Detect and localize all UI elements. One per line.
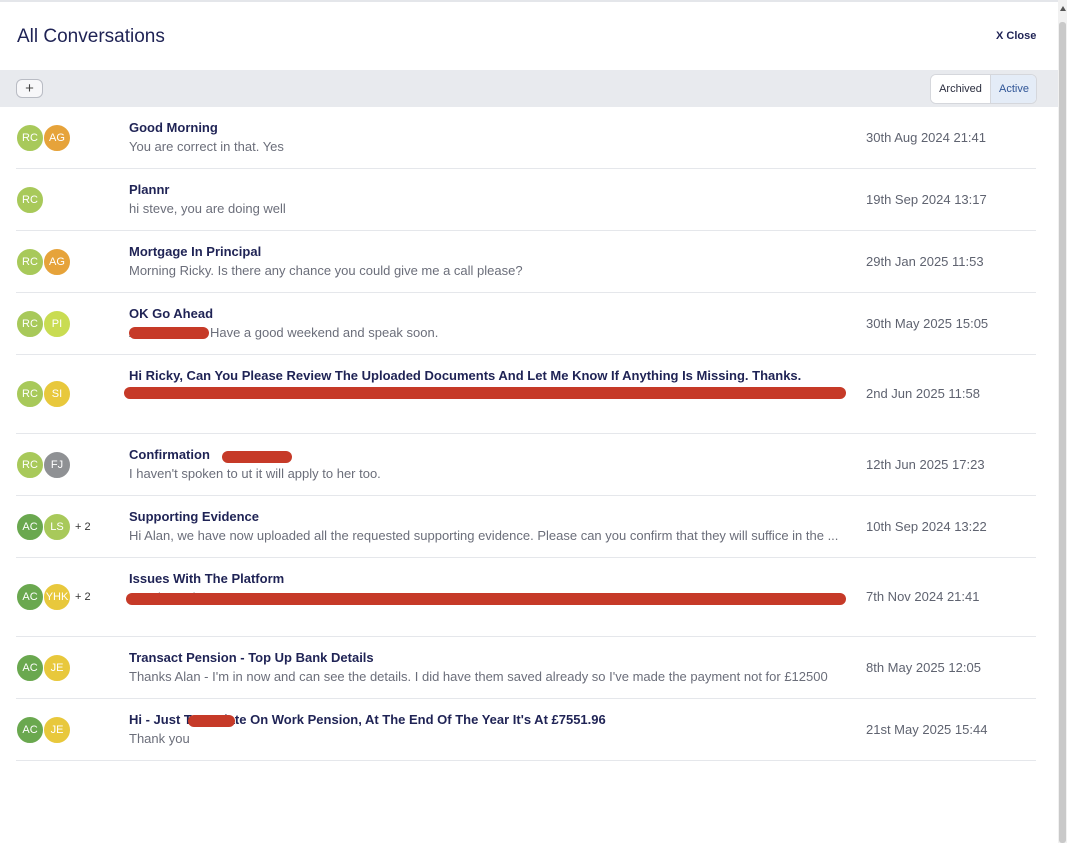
avatar: JE (43, 716, 71, 744)
conversation-preview: Hi Alan, we have now uploaded all the re… (129, 528, 839, 543)
avatar: LS (43, 513, 71, 541)
conversation-content: Hi - Just To Update On Work Pension, At … (129, 712, 854, 747)
avatar: RC (16, 124, 44, 152)
conversation-date: 30th Aug 2024 21:41 (866, 130, 987, 145)
participant-avatars: RC (16, 186, 44, 214)
add-conversation-button[interactable]: + (16, 79, 43, 98)
conversation-content: Plannr hi steve, you are doing well (129, 182, 854, 217)
redaction-mark (188, 715, 235, 727)
archive-filter-toggle: Archived Active (930, 74, 1037, 104)
conversation-row[interactable]: RC AG Good Morning You are correct in that.… (16, 107, 1036, 169)
participant-avatars: AC JE (16, 716, 71, 744)
conversation-subject: Supporting Evidence (129, 509, 260, 524)
conversation-row[interactable]: AC LS + 2 Supporting Evidence Hi Alan, we ha… (16, 496, 1036, 558)
conversation-date: 7th Nov 2024 21:41 (866, 589, 980, 604)
dialog-header: All Conversations X Close (0, 2, 1058, 70)
conversation-row[interactable]: RC PI OK Go Ahead All done now. Have a goo… (16, 293, 1036, 355)
avatar: AC (16, 654, 44, 682)
avatar: RC (16, 451, 44, 479)
conversation-date: 30th May 2025 15:05 (866, 316, 989, 331)
conversation-preview: Thanks Alan - I'm in now and can see the… (129, 669, 828, 684)
conversation-list: RC AG Good Morning You are correct in that.… (0, 107, 1058, 761)
conversation-content: Good Morning You are correct in that. Yes (129, 120, 854, 155)
participant-avatars: RC PI (16, 310, 71, 338)
scroll-up-icon[interactable] (1060, 6, 1066, 11)
extra-participants-count: + 2 (75, 591, 91, 603)
participant-avatars: AC YHK + 2 (16, 583, 91, 611)
conversation-subject: OK Go Ahead (129, 306, 214, 321)
avatar: RC (16, 248, 44, 276)
participant-avatars: AC LS + 2 (16, 513, 91, 541)
conversation-content: Transact Pension - Top Up Bank Details Th… (129, 650, 854, 685)
filter-archived-button[interactable]: Archived (931, 75, 990, 103)
participant-avatars: RC AG (16, 248, 71, 276)
conversation-preview: All done now. Have a good weekend and sp… (129, 325, 439, 340)
avatar: AG (43, 248, 71, 276)
conversation-row[interactable]: AC JE Transact Pension - Top Up Bank Detai… (16, 637, 1036, 699)
conversation-date: 29th Jan 2025 11:53 (866, 254, 984, 269)
avatar: RC (16, 310, 44, 338)
conversation-content: Hi Ricky, Can You Please Review The Uplo… (129, 368, 854, 387)
conversation-date: 2nd Jun 2025 11:58 (866, 386, 980, 401)
conversation-row[interactable]: RC Plannr hi steve, you are doing well 19th… (16, 169, 1036, 231)
conversation-content: OK Go Ahead All done now. Have a good we… (129, 306, 854, 341)
avatar: SI (43, 380, 71, 408)
conversation-row[interactable]: RC FJ Confirmation I haven't spoken to ut i… (16, 434, 1036, 496)
avatar: JE (43, 654, 71, 682)
scrollbar[interactable] (1058, 0, 1067, 843)
redaction-mark (126, 593, 846, 605)
conversation-subject: Good Morning (129, 120, 218, 135)
avatar: YHK (43, 583, 71, 611)
conversation-subject: Hi - Just To Update On Work Pension, At … (129, 712, 606, 727)
conversation-subject: Mortgage In Principal (129, 244, 262, 259)
participant-avatars: RC SI (16, 380, 71, 408)
conversation-preview: hi steve, you are doing well (129, 201, 286, 216)
conversation-subject: Plannr (129, 182, 170, 197)
redaction-mark (124, 387, 846, 399)
avatar: PI (43, 310, 71, 338)
conversation-date: 10th Sep 2024 13:22 (866, 519, 987, 534)
conversation-preview: Thank you (129, 731, 190, 746)
avatar: AC (16, 583, 44, 611)
conversation-subject: Hi Ricky, Can You Please Review The Uplo… (129, 368, 802, 383)
redaction-mark (222, 451, 292, 463)
avatar: RC (16, 186, 44, 214)
conversation-row[interactable]: RC AG Mortgage In Principal Morning Ricky. … (16, 231, 1036, 293)
redaction-mark (129, 327, 209, 339)
conversation-preview: I haven't spoken to ut it will apply to … (129, 466, 381, 481)
avatar: AG (43, 124, 71, 152)
conversation-date: 21st May 2025 15:44 (866, 722, 988, 737)
scrollbar-thumb[interactable] (1059, 22, 1066, 843)
conversation-subject: Transact Pension - Top Up Bank Details (129, 650, 374, 665)
conversation-date: 12th Jun 2025 17:23 (866, 457, 985, 472)
conversation-preview: Morning Ricky. Is there any chance you c… (129, 263, 523, 278)
conversation-date: 8th May 2025 12:05 (866, 660, 981, 675)
conversation-subject: Issues With The Platform (129, 571, 285, 586)
close-button[interactable]: X Close (996, 30, 1036, 42)
conversation-content: Mortgage In Principal Morning Ricky. Is t… (129, 244, 854, 279)
participant-avatars: RC FJ (16, 451, 71, 479)
conversation-toolbar: + Archived Active (0, 70, 1058, 107)
avatar: AC (16, 716, 44, 744)
participant-avatars: AC JE (16, 654, 71, 682)
page-title: All Conversations (17, 26, 165, 47)
filter-active-button[interactable]: Active (990, 75, 1036, 103)
avatar: AC (16, 513, 44, 541)
avatar: FJ (43, 451, 71, 479)
conversation-row[interactable]: AC JE Hi - Just To Update On Work Pension,… (16, 699, 1036, 761)
conversation-content: Supporting Evidence Hi Alan, we have now … (129, 509, 854, 544)
avatar: RC (16, 380, 44, 408)
conversation-preview: You are correct in that. Yes (129, 139, 284, 154)
participant-avatars: RC AG (16, 124, 71, 152)
extra-participants-count: + 2 (75, 521, 91, 533)
conversation-date: 19th Sep 2024 13:17 (866, 192, 987, 207)
